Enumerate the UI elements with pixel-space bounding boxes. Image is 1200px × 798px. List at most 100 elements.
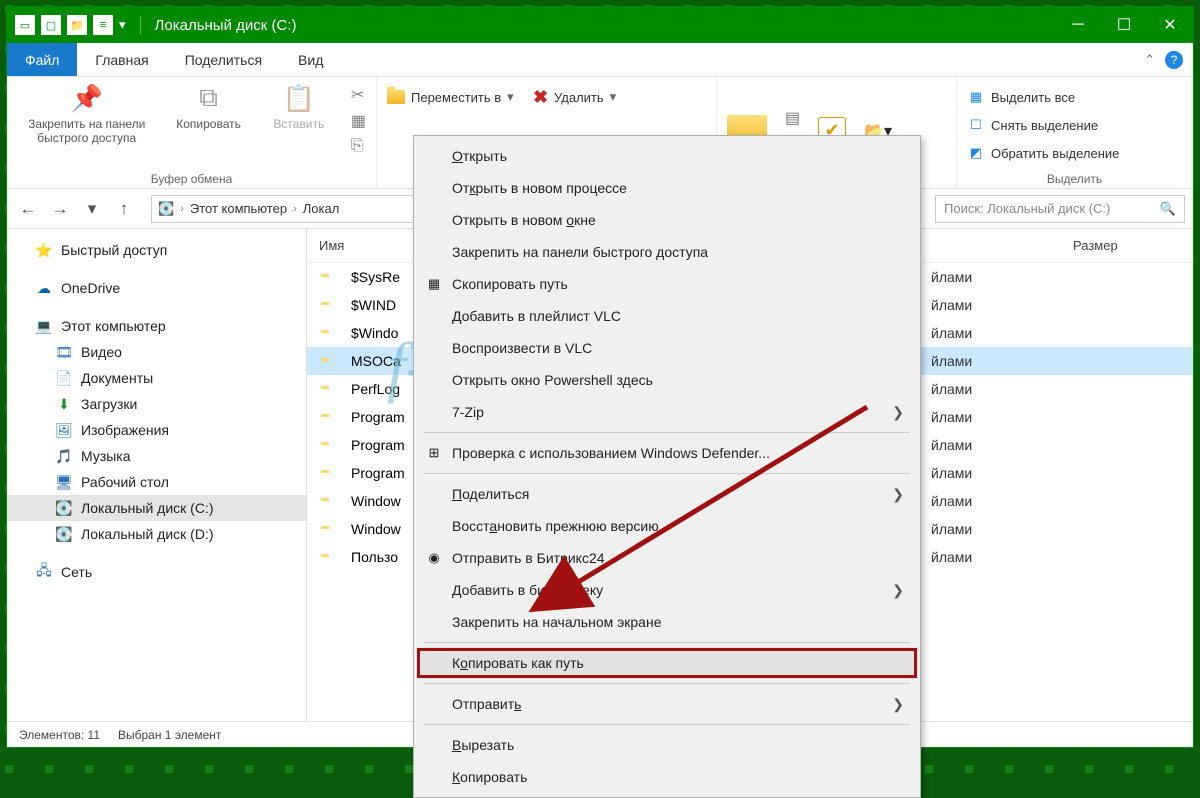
context-menu-item[interactable]: Добавить в плейлист VLC xyxy=(416,300,918,332)
search-input[interactable]: Поиск: Локальный диск (C:) 🔍 xyxy=(935,195,1185,223)
context-menu-item[interactable]: Копировать xyxy=(416,761,918,793)
sidebar-item[interactable]: 💻Этот компьютер xyxy=(7,313,306,339)
new-item-icon[interactable]: ▤ xyxy=(785,108,800,128)
submenu-arrow-icon: ❯ xyxy=(892,486,904,503)
breadcrumb-segment[interactable]: Локал xyxy=(303,201,340,216)
close-button[interactable]: ✕ xyxy=(1147,7,1193,43)
context-menu-item[interactable]: 7-Zip❯ xyxy=(416,396,918,428)
sidebar-item[interactable]: ⭐Быстрый доступ xyxy=(7,237,306,263)
context-menu-item[interactable]: Отправить❯ xyxy=(416,688,918,720)
tab-file[interactable]: Файл xyxy=(7,43,77,76)
ribbon-collapse-icon[interactable]: ⌃ xyxy=(1144,52,1155,68)
nav-back-button[interactable]: ← xyxy=(15,196,41,222)
group-select-label: Выделить xyxy=(967,172,1182,188)
minimize-button[interactable]: ─ xyxy=(1055,7,1101,43)
menu-item-icon: ◉ xyxy=(424,550,444,566)
col-size[interactable]: Размер xyxy=(1073,238,1193,253)
context-menu-item[interactable]: Восстановить прежнюю версию xyxy=(416,510,918,542)
folder-icon xyxy=(387,90,405,104)
nav-icon: 🎞 xyxy=(55,343,73,361)
folder-quick-icon[interactable]: 📁 xyxy=(67,15,87,35)
tab-share[interactable]: Поделиться xyxy=(167,43,280,76)
select-all-button[interactable]: ▦Выделить все xyxy=(967,85,1075,109)
sidebar-item[interactable]: ⬇Загрузки xyxy=(7,391,306,417)
qat-dropdown-icon[interactable]: ▾ xyxy=(119,17,126,33)
pin-quick-access-button[interactable]: 📌 Закрепить на панели быстрого доступа xyxy=(17,81,156,146)
app-icon: ▭ xyxy=(15,15,35,35)
tab-home[interactable]: Главная xyxy=(77,43,166,76)
nav-icon: ☁ xyxy=(35,279,53,297)
chevron-down-icon: ▾ xyxy=(507,89,514,105)
titlebar: ▭ ▢ 📁 ≡ ▾ Локальный диск (C:) ─ ☐ ✕ xyxy=(7,7,1193,43)
sidebar-item[interactable]: 🎵Музыка xyxy=(7,443,306,469)
nav-icon: 🎵 xyxy=(55,447,73,465)
context-menu-item[interactable]: Открыть окно Powershell здесь xyxy=(416,364,918,396)
nav-icon: 💻 xyxy=(35,317,53,335)
context-menu-item[interactable]: Поделиться❯ xyxy=(416,478,918,510)
context-menu[interactable]: ОткрытьОткрыть в новом процессеОткрыть в… xyxy=(413,135,921,798)
sidebar-item[interactable]: 📄Документы xyxy=(7,365,306,391)
delete-x-icon: ✖ xyxy=(533,87,548,108)
sidebar[interactable]: ⭐Быстрый доступ☁OneDrive💻Этот компьютер🎞… xyxy=(7,229,307,721)
submenu-arrow-icon: ❯ xyxy=(892,696,904,713)
nav-history-button[interactable]: ▾ xyxy=(79,196,105,222)
chevron-down-icon: ▾ xyxy=(610,89,617,105)
copy-button[interactable]: ⧉ Копировать xyxy=(170,81,246,131)
context-menu-item[interactable]: Открыть в новом процессе xyxy=(416,172,918,204)
select-none-button[interactable]: ☐Снять выделение xyxy=(967,113,1098,137)
nav-up-button[interactable]: ↑ xyxy=(111,196,137,222)
move-to-button[interactable]: Переместить в ▾ ✖ Удалить ▾ xyxy=(387,85,616,109)
submenu-arrow-icon: ❯ xyxy=(892,582,904,599)
nav-icon: 🖧 xyxy=(35,563,53,581)
breadcrumb-segment[interactable]: Этот компьютер xyxy=(190,201,287,216)
context-menu-item[interactable]: Открыть в новом окне xyxy=(416,204,918,236)
paste-shortcut-icon[interactable]: ⎘ xyxy=(351,137,366,155)
context-menu-item[interactable]: Вырезать xyxy=(416,729,918,761)
context-menu-item[interactable]: Воспроизвести в VLC xyxy=(416,332,918,364)
sidebar-item[interactable]: 🖼Изображения xyxy=(7,417,306,443)
copy-path-icon[interactable]: ▦ xyxy=(351,111,366,131)
context-menu-item[interactable]: Открыть xyxy=(416,140,918,172)
sidebar-item[interactable]: 🖥Рабочий стол xyxy=(7,469,306,495)
help-icon[interactable]: ? xyxy=(1165,51,1183,69)
nav-icon: 🖥 xyxy=(55,473,73,491)
sidebar-item[interactable]: 💽Локальный диск (C:) xyxy=(7,495,306,521)
copy-icon: ⧉ xyxy=(192,81,226,115)
nav-icon: ⭐ xyxy=(35,241,53,259)
group-clipboard-label: Буфер обмена xyxy=(17,172,366,188)
search-icon: 🔍 xyxy=(1160,201,1176,217)
nav-forward-button[interactable]: → xyxy=(47,196,73,222)
paste-button[interactable]: 📋 Вставить xyxy=(261,81,337,131)
menu-item-icon: ▦ xyxy=(424,276,444,292)
nav-icon: 📄 xyxy=(55,369,73,387)
nav-icon: 🖼 xyxy=(55,421,73,439)
qat-item-icon[interactable]: ≡ xyxy=(93,15,113,35)
sidebar-item[interactable]: 🖧Сеть xyxy=(7,559,306,585)
context-menu-item[interactable]: ⊞Проверка с использованием Windows Defen… xyxy=(416,437,918,469)
selection-count: Выбран 1 элемент xyxy=(118,728,221,742)
sidebar-item[interactable]: ☁OneDrive xyxy=(7,275,306,301)
sidebar-item[interactable]: 🎞Видео xyxy=(7,339,306,365)
tab-view[interactable]: Вид xyxy=(280,43,341,76)
context-menu-item[interactable]: Закрепить на начальном экране xyxy=(416,606,918,638)
item-count: Элементов: 11 xyxy=(19,728,100,742)
cut-icon[interactable]: ✂ xyxy=(351,85,366,105)
context-menu-item[interactable]: Копировать как путь xyxy=(416,647,918,679)
clipboard-icon: 📋 xyxy=(282,81,316,115)
explorer-window: ▭ ▢ 📁 ≡ ▾ Локальный диск (C:) ─ ☐ ✕ Файл… xyxy=(6,6,1194,748)
menubar: Файл Главная Поделиться Вид ⌃ ? xyxy=(7,43,1193,77)
maximize-button[interactable]: ☐ xyxy=(1101,7,1147,43)
nav-icon: 💽 xyxy=(55,525,73,543)
context-menu-item[interactable]: Добавить в библиотеку❯ xyxy=(416,574,918,606)
pin-icon: 📌 xyxy=(70,81,104,115)
invert-selection-button[interactable]: ◩Обратить выделение xyxy=(967,141,1119,165)
window-title: Локальный диск (C:) xyxy=(155,17,297,34)
nav-icon: 💽 xyxy=(55,499,73,517)
context-menu-item[interactable]: ◉Отправить в Битрикс24 xyxy=(416,542,918,574)
context-menu-item[interactable]: Закрепить на панели быстрого доступа xyxy=(416,236,918,268)
props-quick-icon[interactable]: ▢ xyxy=(41,15,61,35)
context-menu-item[interactable]: ▦Скопировать путь xyxy=(416,268,918,300)
menu-item-icon: ⊞ xyxy=(424,445,444,461)
nav-icon: ⬇ xyxy=(55,395,73,413)
sidebar-item[interactable]: 💽Локальный диск (D:) xyxy=(7,521,306,547)
